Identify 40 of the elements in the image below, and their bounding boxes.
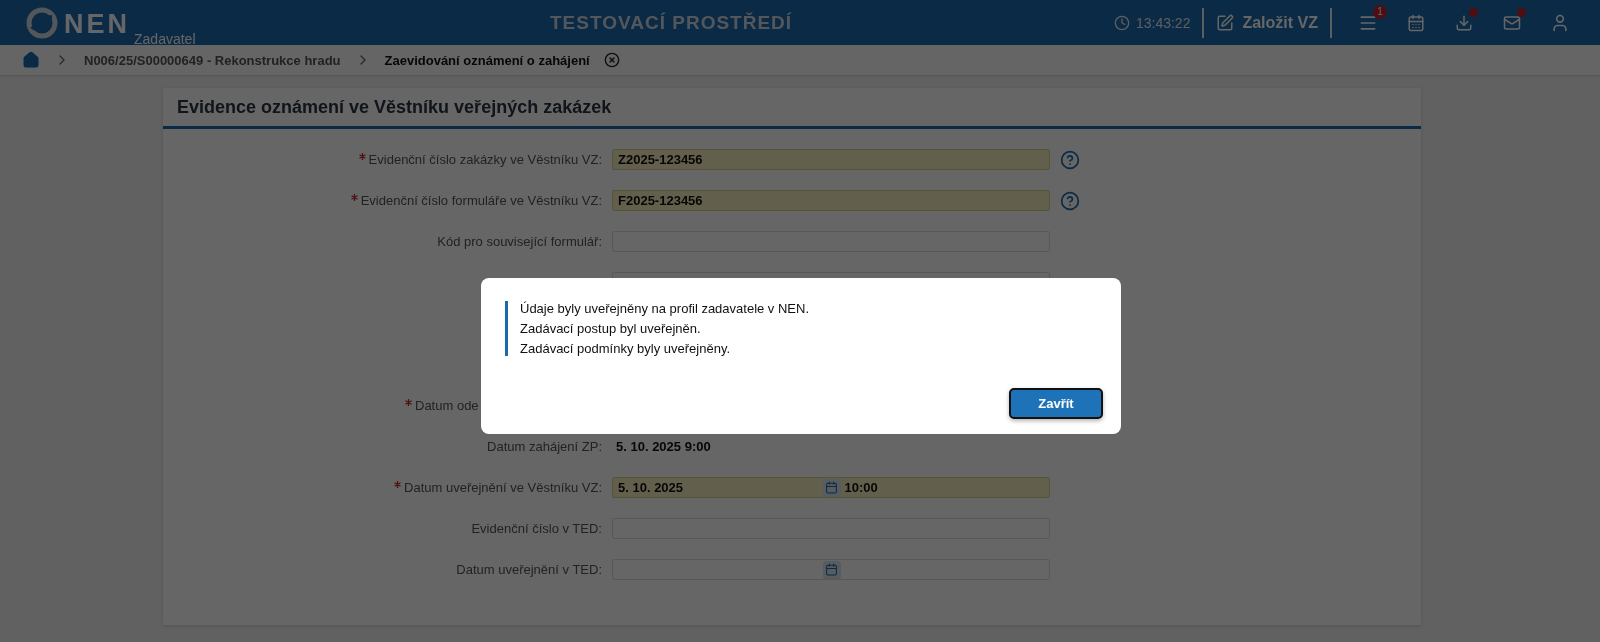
edit-icon (1216, 13, 1235, 32)
date-time-field[interactable] (612, 559, 1050, 580)
field-label: Evidenční číslo v TED: (470, 521, 602, 536)
dialog-message: Zadávací podmínky byly uveřejněny. (520, 341, 732, 356)
session-time: 13:43:22 (1135, 14, 1191, 31)
text-field[interactable]: F2025-123456 (612, 190, 1050, 211)
clock-icon (1113, 14, 1130, 31)
notification-badge: 1 (1373, 5, 1387, 19)
close-button[interactable]: Zavřít (1009, 388, 1103, 419)
logo-subtitle: Zadavatel (134, 30, 196, 47)
calendar-icon[interactable] (822, 478, 841, 497)
home-icon[interactable] (22, 51, 40, 69)
panel-title: Evidence oznámení ve Věstníku veřejných zakázek (163, 88, 1421, 129)
environment-title: TESTOVACÍ PROSTŘEDÍ (549, 11, 794, 34)
mail-icon (1503, 13, 1521, 32)
download-icon (1455, 13, 1473, 32)
calendar-icon (1407, 13, 1425, 32)
field-label: Evidenční číslo zakázky ve Věstníku VZ: (163, 152, 602, 167)
logo-icon (26, 6, 58, 39)
logo-name: NEN (64, 8, 130, 39)
field-label: Datum uveřejnění ve Věstníku VZ: (163, 480, 602, 495)
field-label: Evidenční číslo formuláře ve Věstníku VZ: (163, 193, 602, 208)
text-field[interactable]: Z2025-123456 (612, 149, 1050, 170)
breadcrumb-link[interactable]: Zaevidování oznámení o zahájení (384, 52, 590, 68)
dialog-message: Zadávací postup byl uveřejněn. (520, 321, 702, 336)
toolbar-button[interactable]: 1 (1344, 0, 1392, 45)
date-time-field[interactable]: 5. 10. 2025 10:00 (612, 477, 1050, 498)
help-icon[interactable] (1060, 149, 1080, 170)
field-label: Datum zahájení ZP: (486, 439, 602, 454)
field-label: Kód pro související formulář: (436, 234, 602, 249)
create-button[interactable]: Založit VZ (1216, 13, 1318, 32)
help-icon[interactable] (1060, 190, 1080, 211)
breadcrumb-link[interactable]: N006/25/S00000649 - Rekonstrukce hradu (84, 52, 341, 68)
field-label: Datum ode (163, 398, 602, 413)
calendar-icon[interactable] (822, 560, 841, 579)
field-value: 5. 10. 2025 9:00 (616, 439, 711, 454)
user-icon (1550, 12, 1570, 33)
close-icon[interactable] (603, 52, 620, 68)
dialog-message: Údaje byly uveřejněny na profil zadavatele v NEN. (520, 301, 811, 316)
field-label: Datum uveřejnění v TED: (455, 562, 602, 577)
